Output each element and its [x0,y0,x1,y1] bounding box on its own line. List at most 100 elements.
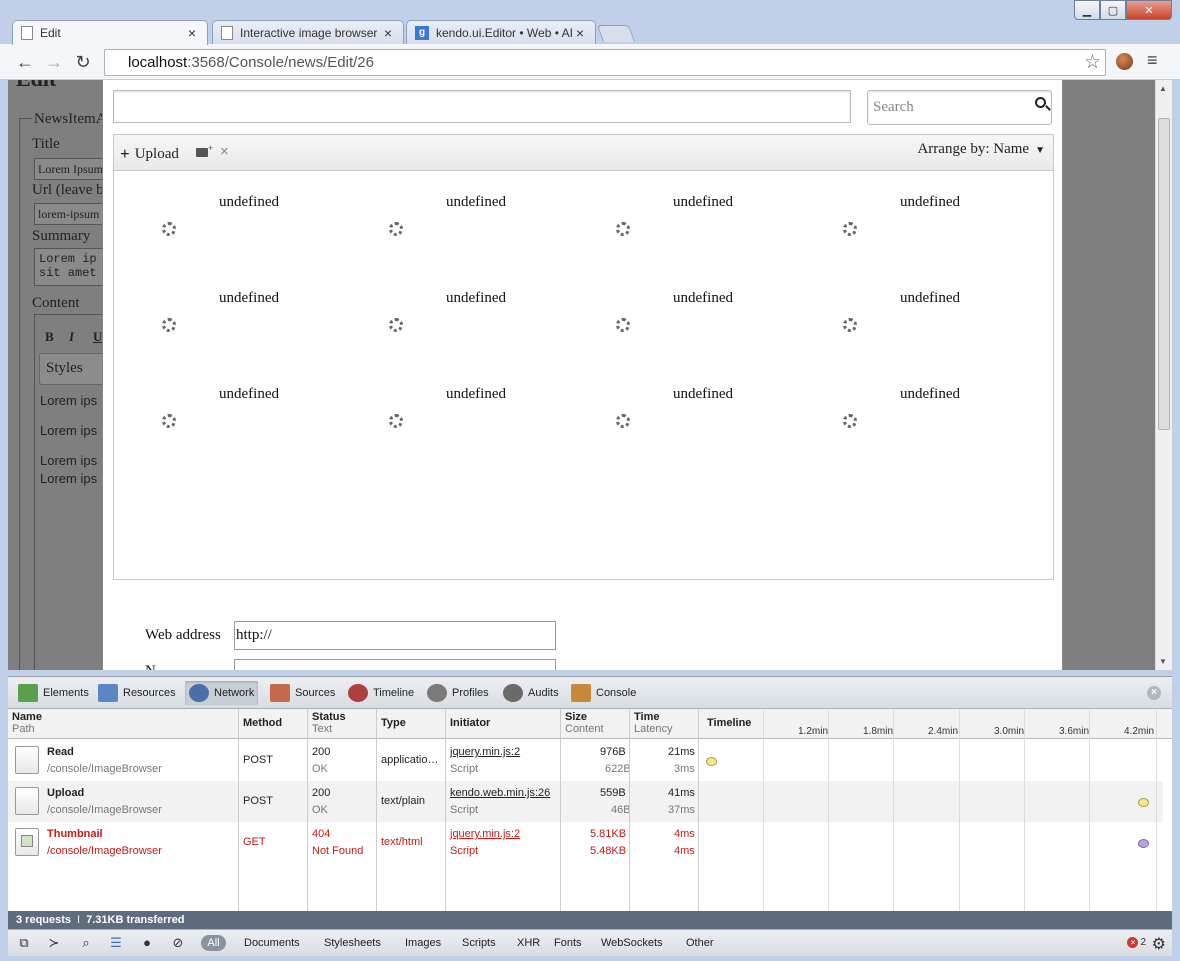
close-icon[interactable]: × [573,25,587,41]
col-time[interactable]: Time Latency [634,711,673,735]
close-icon[interactable]: × [185,25,199,41]
filter-images[interactable]: Images [405,937,441,949]
web-address-input[interactable]: http:// [234,621,556,650]
filter-scripts[interactable]: Scripts [462,937,496,949]
request-initiator[interactable]: jquery.min.js:2 [450,746,520,758]
loading-spinner-icon [616,318,630,332]
record-icon[interactable]: ● [139,936,155,950]
image-tile[interactable]: undefined [795,172,1022,268]
request-initiator[interactable]: kendo.web.min.js:26 [450,787,550,799]
bookmark-star-icon[interactable]: ☆ [1084,50,1101,75]
panel-console[interactable]: Console [567,681,640,705]
underline-button[interactable]: U [93,329,102,345]
col-initiator[interactable]: Initiator [450,717,490,729]
filter-xhr[interactable]: XHR [517,937,540,949]
close-devtools-icon[interactable]: × [1147,686,1161,700]
panel-elements[interactable]: Elements [14,681,93,705]
scrollbar-thumb[interactable] [1158,118,1170,430]
request-status-text: OK [312,804,328,816]
filter-documents[interactable]: Documents [244,937,300,949]
tab-kendo-editor[interactable]: g kendo.ui.Editor • Web • AI × [406,20,596,44]
panel-sources[interactable]: Sources [266,681,339,705]
tab-interactive-image-browser[interactable]: Interactive image browser × [212,20,404,44]
back-button[interactable]: ← [14,51,36,73]
close-icon[interactable]: × [381,25,395,41]
image-tile[interactable]: undefined [341,172,568,268]
arrange-by-dropdown[interactable]: Arrange by: Name ▼ [917,141,1045,158]
request-initiator-type: Script [450,845,479,857]
gear-icon[interactable]: ⚙ [1152,934,1166,954]
image-browser: + Upload × Arrange by: Name ▼ undefined u… [113,134,1054,580]
scroll-up-icon[interactable]: ▲ [1159,84,1167,93]
col-size[interactable]: Size Content [565,711,604,735]
image-tile[interactable]: undefined [341,268,568,364]
menu-icon[interactable]: ≡ [1147,50,1158,71]
filter-stylesheets[interactable]: Stylesheets [324,937,381,949]
next-field-input[interactable] [234,659,556,670]
loading-spinner-icon [162,414,176,428]
panel-resources[interactable]: Resources [94,681,180,705]
reload-button[interactable]: ↻ [72,51,94,73]
maximize-button[interactable]: ▢ [1100,0,1126,20]
request-name[interactable]: Thumbnail [47,828,103,840]
filter-websockets[interactable]: WebSockets [601,937,663,949]
request-time: 21ms [668,746,695,758]
new-folder-icon[interactable] [196,143,213,157]
list-view-icon[interactable]: ☰ [108,936,124,950]
image-browser-toolbar: + Upload × Arrange by: Name ▼ [114,135,1053,171]
timeline-gridline [1024,709,1025,911]
upload-button[interactable]: + Upload [120,144,179,164]
panel-timeline[interactable]: Timeline [344,681,418,705]
image-tile[interactable]: undefined [568,268,795,364]
request-initiator[interactable]: jquery.min.js:2 [450,828,520,840]
table-row[interactable]: Thumbnail /console/ImageBrowser GET 404 … [8,822,1163,863]
italic-button[interactable]: I [69,329,74,345]
image-tile[interactable]: undefined [341,364,568,460]
panel-audits[interactable]: Audits [499,681,563,705]
col-timeline[interactable]: Timeline [707,717,751,729]
table-row[interactable]: Upload /console/ImageBrowser POST 200 OK… [8,781,1163,822]
new-tab-button[interactable] [596,25,636,42]
bold-button[interactable]: B [45,329,54,345]
close-window-button[interactable]: ✕ [1126,0,1172,20]
filter-all[interactable]: All [201,935,226,951]
url-label: Url (leave b [32,182,104,198]
image-tile[interactable]: undefined [795,268,1022,364]
image-tile[interactable]: undefined [568,364,795,460]
timeline-gridline [828,709,829,911]
panel-network[interactable]: Network [185,681,259,705]
image-tile[interactable]: undefined [114,172,341,268]
search-icon[interactable] [1035,97,1046,108]
devtools-panel-bar: Elements Resources Network Sources Timel… [8,677,1172,709]
page-scrollbar[interactable]: ▲ ▼ [1155,80,1172,670]
request-name[interactable]: Read [47,746,74,758]
request-name[interactable]: Upload [47,787,84,799]
extension-icon[interactable] [1116,53,1133,70]
filter-other[interactable]: Other [686,937,714,949]
col-method[interactable]: Method [243,717,282,729]
panel-profiles[interactable]: Profiles [423,681,493,705]
dock-icon[interactable]: ⧉ [16,936,32,950]
image-tile[interactable]: undefined [114,364,341,460]
minimize-button[interactable]: ▁ [1074,0,1100,20]
tab-edit[interactable]: Edit × [12,20,208,45]
error-counter[interactable]: × 2 [1127,937,1146,948]
image-tile[interactable]: undefined [114,268,341,364]
console-drawer-icon[interactable]: ≻ [46,936,62,950]
address-bar[interactable]: localhost:3568/Console/news/Edit/26 ☆ [104,49,1106,76]
image-url-input[interactable] [113,90,851,123]
delete-icon[interactable]: × [220,143,229,160]
image-tile[interactable]: undefined [795,364,1022,460]
col-status[interactable]: Status Text [312,711,346,735]
table-row[interactable]: Read /console/ImageBrowser POST 200 OK a… [8,740,1163,781]
search-input[interactable]: Search [867,90,1052,125]
clear-icon[interactable]: ⊘ [170,936,186,950]
column-divider [629,709,630,911]
col-type[interactable]: Type [381,717,406,729]
forward-button[interactable]: → [43,51,65,73]
filter-fonts[interactable]: Fonts [554,937,582,949]
search-icon[interactable]: ⌕ [78,936,94,950]
scroll-down-icon[interactable]: ▼ [1159,657,1167,666]
col-name[interactable]: Name Path [12,711,42,735]
image-tile[interactable]: undefined [568,172,795,268]
